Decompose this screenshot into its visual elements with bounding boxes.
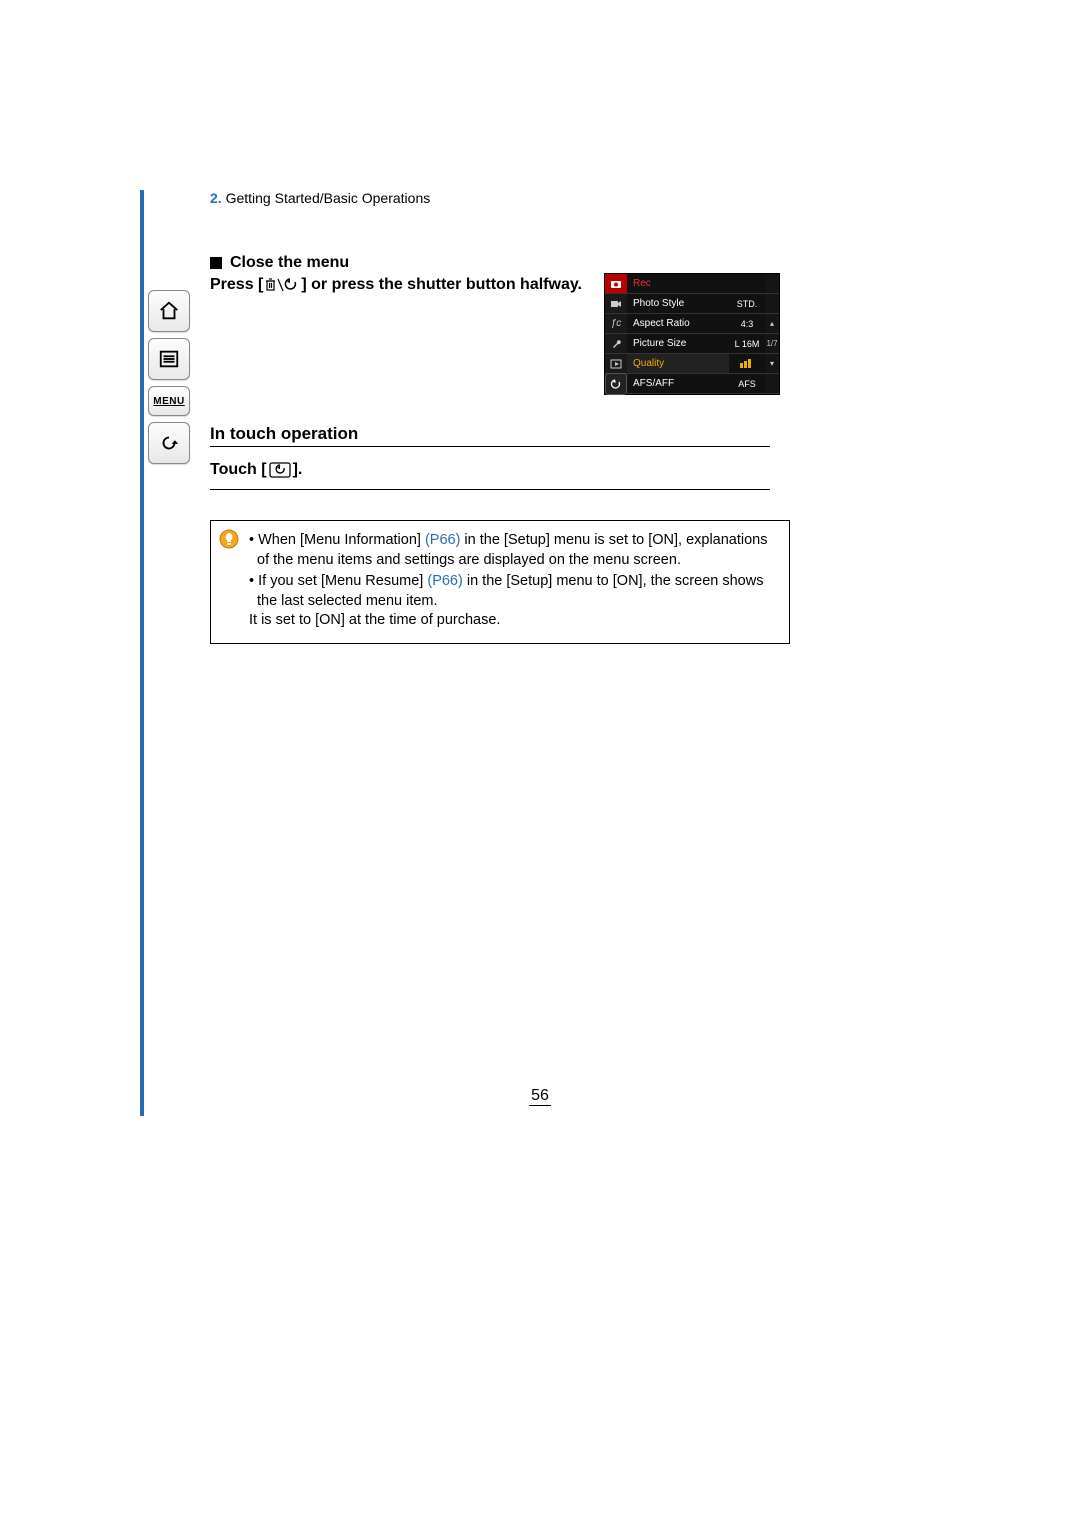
home-icon: [158, 300, 180, 322]
touch-operation-heading-text: In touch operation: [210, 424, 358, 443]
press-text-before: Press [: [210, 276, 263, 294]
lcd-row-value: L 16M: [729, 334, 765, 354]
manual-page: MENU 2. Getting Started/Basic Operations…: [0, 0, 1080, 1526]
return-icon: [609, 378, 623, 390]
camera-menu-screenshot: Rec Photo Style STD. ƒc Aspect Ratio 4:3…: [604, 273, 780, 395]
square-bullet-icon: [210, 257, 222, 269]
quality-icon: [739, 359, 755, 369]
play-icon: [610, 359, 622, 369]
touch-text-after: ].: [293, 461, 303, 479]
lcd-row-label: AFS/AFF: [627, 374, 729, 394]
note2-a: If you set [Menu Resume]: [258, 573, 427, 589]
lcd-back-tab: [605, 374, 627, 394]
press-text-after: ] or press the shutter button halfway.: [301, 276, 582, 294]
info-note-body: • When [Menu Information] (P66) in the […: [249, 531, 779, 631]
lcd-scroll-down: ▾: [765, 354, 779, 374]
wrench-icon: [610, 338, 622, 350]
chapter-title: Getting Started/Basic Operations: [226, 190, 431, 206]
lcd-tab-rec: [605, 274, 627, 294]
chapter-number: 2.: [210, 190, 222, 206]
list-icon: [158, 348, 180, 370]
lcd-back-highlight: [605, 373, 627, 395]
lcd-tab-motion: [605, 294, 627, 314]
lcd-scroll-spacer: [765, 274, 779, 294]
main-content: 2. Getting Started/Basic Operations Clos…: [210, 190, 780, 644]
back-button[interactable]: [148, 422, 190, 464]
close-menu-heading-text: Close the menu: [230, 254, 349, 272]
menu-button-label: MENU: [153, 396, 184, 407]
contents-button[interactable]: [148, 338, 190, 380]
lcd-row-value: [729, 354, 765, 374]
link-p66-a[interactable]: (P66): [425, 532, 460, 548]
lcd-header-spacer: [729, 274, 765, 294]
info-note-box: • When [Menu Information] (P66) in the […: [210, 520, 790, 644]
touch-instruction: Touch [ ].: [210, 461, 770, 490]
sidebar-nav: MENU: [145, 290, 193, 464]
lcd-row-value: 4:3: [729, 314, 765, 334]
camera-icon: [610, 278, 622, 290]
lcd-row-label-highlight: Quality: [627, 354, 729, 374]
note-bullet-2: • If you set [Menu Resume] (P66) in the …: [249, 572, 779, 631]
lcd-tab-custom: ƒc: [605, 314, 627, 334]
lcd-row-value: STD.: [729, 294, 765, 314]
lightbulb-icon: [219, 529, 239, 549]
lcd-scroll-spacer: [765, 374, 779, 394]
lcd-scroll-up: ▴: [765, 314, 779, 334]
close-menu-heading: Close the menu: [210, 254, 780, 272]
return-icon: [269, 462, 291, 478]
lcd-scroll-spacer: [765, 294, 779, 314]
lcd-tab-playback: [605, 354, 627, 374]
lcd-tab-setup: [605, 334, 627, 354]
video-icon: [610, 299, 622, 309]
note-bullet-1: • When [Menu Information] (P66) in the […: [249, 531, 779, 570]
link-p66-b[interactable]: (P66): [427, 573, 462, 589]
lcd-row-label: Picture Size: [627, 334, 729, 354]
side-accent-line: [140, 190, 144, 1116]
custom-icon: ƒc: [611, 318, 622, 329]
home-button[interactable]: [148, 290, 190, 332]
note1-a: When [Menu Information]: [258, 532, 425, 548]
trash-return-icon: [265, 277, 299, 293]
lcd-row-label: Aspect Ratio: [627, 314, 729, 334]
lcd-header: Rec: [627, 274, 729, 294]
breadcrumb: 2. Getting Started/Basic Operations: [210, 190, 780, 206]
menu-button[interactable]: MENU: [148, 386, 190, 416]
page-number: 56: [529, 1087, 551, 1106]
touch-operation-heading: In touch operation: [210, 424, 770, 447]
lcd-page-indicator: 1/7: [765, 334, 779, 354]
lcd-row-label: Photo Style: [627, 294, 729, 314]
back-arrow-icon: [158, 432, 180, 454]
note2-c: It is set to [ON] at the time of purchas…: [257, 611, 779, 631]
touch-text-before: Touch [: [210, 461, 267, 479]
lcd-row-value: AFS: [729, 374, 765, 394]
